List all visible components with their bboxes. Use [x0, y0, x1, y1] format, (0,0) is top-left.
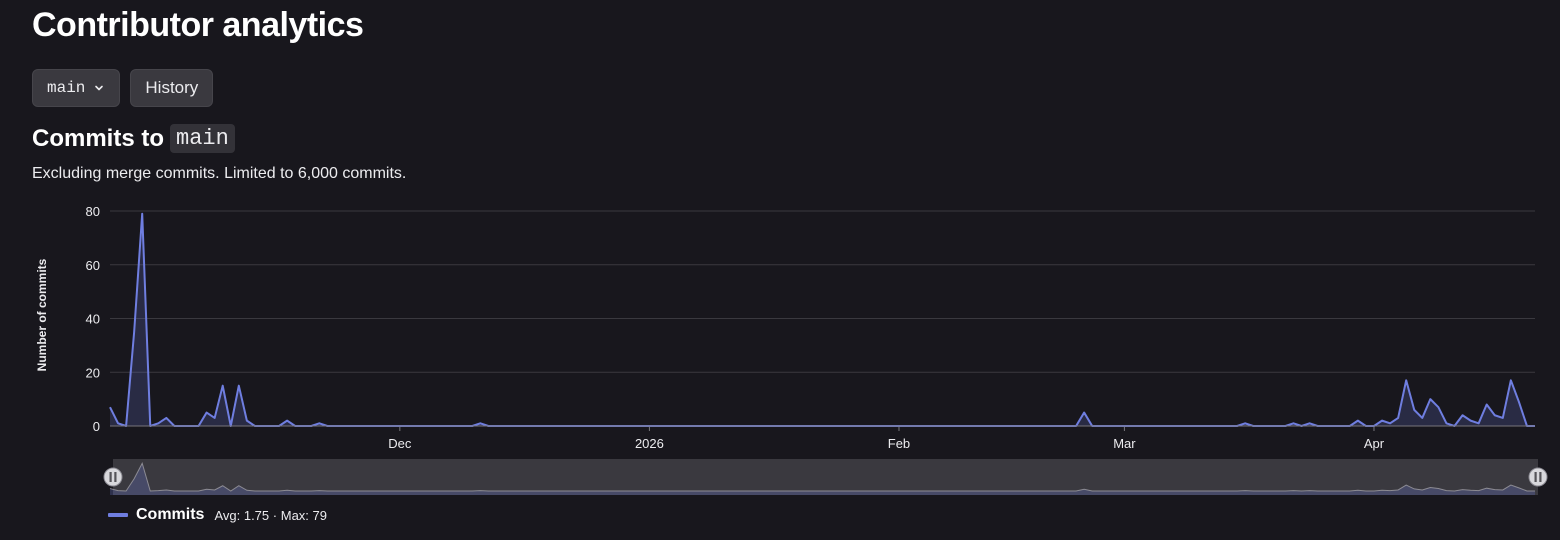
- y-axis-title: Number of commits: [35, 258, 49, 371]
- legend-separator: ·: [272, 507, 278, 523]
- section-title: Commits to main: [32, 124, 235, 153]
- section-subtitle: Excluding merge commits. Limited to 6,00…: [32, 165, 407, 182]
- handle-grip: [109, 472, 112, 482]
- x-tick-label: 2026: [635, 436, 664, 451]
- branch-dropdown-button[interactable]: main: [32, 69, 121, 107]
- chevron-down-icon: [93, 82, 105, 94]
- y-tick-label: 40: [86, 312, 100, 327]
- legend-avg: Avg: 1.75: [214, 507, 270, 523]
- commits-chart: Number of commits 0 20 40 60 80 Dec 2026 Feb Ma…: [35, 204, 1548, 495]
- zoom-slider[interactable]: [103, 459, 1548, 495]
- y-tick-label: 60: [86, 258, 100, 273]
- y-axis-title-group: Number of commits: [35, 258, 49, 371]
- y-tick-labels: 0 20 40 60 80: [86, 204, 100, 434]
- zoom-slider-track: [113, 459, 1538, 495]
- series-area-fill: [110, 213, 1535, 426]
- y-tick-label: 20: [86, 365, 100, 380]
- history-button-label: History: [145, 78, 199, 97]
- chart-legend[interactable]: Commits Avg: 1.75 · Max: 79: [108, 506, 327, 524]
- legend-stats: Avg: 1.75 · Max: 79: [214, 508, 327, 523]
- y-tick-label: 80: [86, 204, 100, 219]
- zoom-handle-left[interactable]: [103, 467, 123, 487]
- legend-max: Max: 79: [280, 507, 327, 523]
- series-line: [109, 212, 1535, 427]
- page-title: Contributor analytics: [32, 6, 364, 44]
- x-tick-labels: Dec 2026 Feb Mar Apr: [388, 426, 1385, 451]
- legend-swatch: [108, 513, 128, 517]
- section-title-prefix: Commits to: [32, 124, 164, 152]
- handle-grip: [1539, 472, 1542, 482]
- zoom-handle-right[interactable]: [1528, 467, 1548, 487]
- branch-dropdown-label: main: [47, 79, 86, 97]
- x-tick-label: Feb: [888, 436, 910, 451]
- history-button[interactable]: History: [130, 69, 214, 107]
- handle-grip: [1534, 472, 1537, 482]
- y-tick-label: 0: [93, 419, 100, 434]
- x-tick-label: Apr: [1364, 436, 1385, 451]
- pause-icon: [103, 467, 123, 487]
- x-tick-label: Dec: [388, 436, 412, 451]
- legend-series-name: Commits: [136, 506, 205, 523]
- section-branch-code: main: [170, 124, 235, 153]
- series-area-group: [109, 212, 1535, 427]
- grid-lines: [110, 210, 1535, 427]
- handle-grip: [114, 472, 117, 482]
- pause-icon: [1528, 467, 1548, 487]
- x-tick-label: Mar: [1113, 436, 1136, 451]
- toolbar: main History: [32, 69, 214, 107]
